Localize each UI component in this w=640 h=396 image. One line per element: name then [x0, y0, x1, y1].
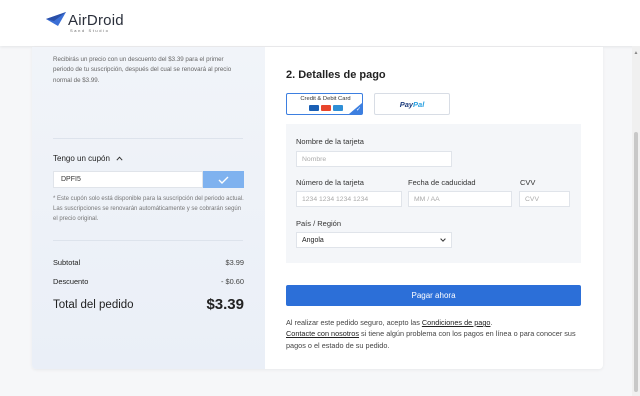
paypal-logo-pal: Pal: [413, 99, 425, 109]
logo-subtitle: Sand Studio: [70, 28, 110, 33]
card-name-label: Nombre de la tarjeta: [296, 137, 364, 146]
payment-method-paypal[interactable]: Pay Pal: [374, 93, 450, 115]
coupon-input[interactable]: DPFI5: [53, 171, 203, 188]
legal-text: Al realizar este pedido seguro, acepto l…: [286, 317, 586, 351]
subtotal-value: $3.99: [225, 258, 245, 267]
total-value: $3.39: [206, 296, 244, 313]
coupon-title: Tengo un cupón: [53, 154, 110, 163]
chevron-down-icon: [440, 238, 446, 242]
check-icon: [218, 176, 229, 184]
order-summary-panel: Recibirás un precio con un descuento del…: [32, 47, 265, 369]
divider: [53, 240, 243, 241]
logo[interactable]: AirDroid Sand Studio: [46, 12, 124, 33]
discount-row: Descuento - $0.60: [53, 277, 244, 286]
payment-method-card[interactable]: Credit & Debit Card ✓: [286, 93, 363, 115]
pay-now-button[interactable]: Pagar ahora: [286, 285, 581, 306]
card-number-input[interactable]: 1234 1234 1234 1234: [296, 191, 402, 207]
scroll-thumb[interactable]: [634, 132, 638, 392]
country-value: Angola: [302, 236, 324, 244]
scroll-up-icon[interactable]: ▲: [632, 50, 640, 56]
card-number-label: Número de la tarjeta: [296, 178, 364, 187]
payment-terms-link[interactable]: Condiciones de pago: [422, 318, 491, 327]
expiry-label: Fecha de caducidad: [408, 178, 476, 187]
country-label: País / Región: [296, 219, 342, 228]
discount-value: - $0.60: [220, 277, 244, 286]
cvv-label: CVV: [520, 178, 536, 187]
discount-label: Descuento: [53, 277, 89, 286]
chevron-up-icon: [116, 156, 123, 161]
logo-name: AirDroid: [68, 12, 124, 29]
top-bar: AirDroid Sand Studio: [0, 0, 640, 46]
checkout-card: Recibirás un precio con un descuento del…: [32, 47, 603, 369]
total-row: Total del pedido $3.39: [53, 296, 244, 313]
payment-method-card-label: Credit & Debit Card: [300, 96, 351, 102]
legal-text-1: Al realizar este pedido seguro, acepto l…: [286, 318, 422, 327]
paypal-logo-pay: Pay: [399, 99, 414, 109]
expiry-input[interactable]: MM / AA: [408, 191, 512, 207]
payment-panel: 2. Detalles de pago Credit & Debit Card …: [286, 47, 596, 369]
total-label: Total del pedido: [53, 298, 134, 311]
subtotal-label: Subtotal: [53, 258, 81, 267]
card-brands-icon: [309, 105, 343, 111]
page-scrollbar[interactable]: ▲: [632, 46, 640, 396]
subtotal-row: Subtotal $3.99: [53, 258, 244, 267]
divider: [53, 138, 243, 139]
coupon-row: DPFI5: [53, 171, 244, 188]
cvv-input[interactable]: CVV: [519, 191, 570, 207]
check-mark-icon: ✓: [355, 107, 361, 113]
country-select[interactable]: Angola: [296, 232, 452, 248]
card-form: Nombre de la tarjeta Nombre Número de la…: [286, 124, 581, 263]
coupon-toggle[interactable]: Tengo un cupón: [53, 154, 123, 163]
legal-text-2: .: [490, 318, 493, 327]
contact-us-link[interactable]: Contacte con nosotros: [286, 329, 359, 338]
card-name-input[interactable]: Nombre: [296, 151, 452, 167]
payment-title: 2. Detalles de pago: [286, 69, 386, 81]
discount-notice: Recibirás un precio con un descuento del…: [53, 56, 232, 84]
coupon-note: * Este cupón solo está disponible para l…: [53, 196, 244, 222]
coupon-apply-button[interactable]: [203, 171, 244, 188]
airdroid-plane-icon: [46, 12, 66, 26]
